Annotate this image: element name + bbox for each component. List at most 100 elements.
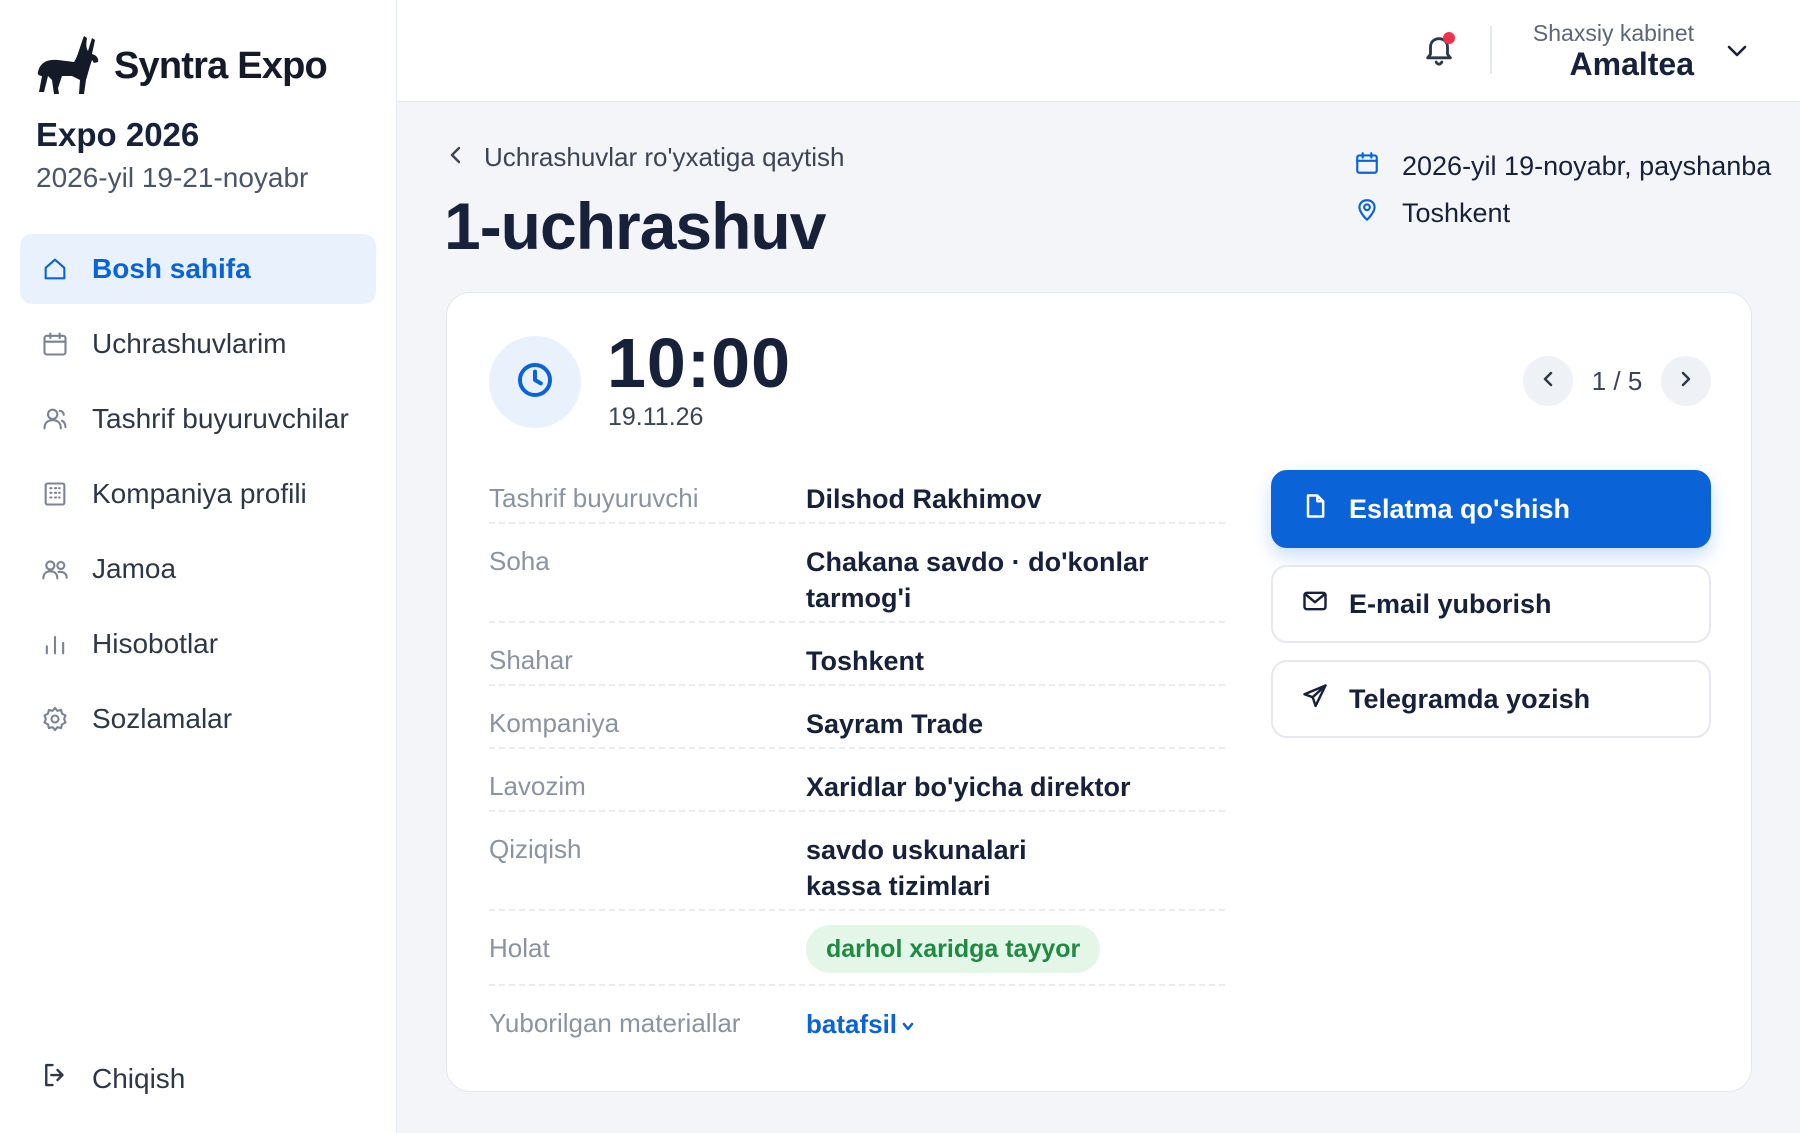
account-name[interactable]: Amaltea xyxy=(1570,46,1695,83)
detail-value: Dilshod Rakhimov xyxy=(806,484,1042,514)
divider xyxy=(1490,26,1492,74)
home-icon xyxy=(40,254,70,284)
detail-label: Kompaniya xyxy=(489,708,620,738)
detail-label: Tashrif buyuruvchi xyxy=(489,483,699,513)
sidebar-item-label: Tashrif buyuruvchilar xyxy=(92,403,349,434)
back-link-label: Uchrashuvlar ro'yxatiga qaytish xyxy=(484,142,845,172)
detail-row-interest: Qiziqish savdo uskunalari kassa tizimlar… xyxy=(489,812,1225,911)
meeting-time: 10:00 xyxy=(607,324,792,402)
next-meeting-button[interactable] xyxy=(1661,356,1711,406)
detail-value: batafsil xyxy=(806,1006,1225,1054)
sidebar-item-label: Kompaniya profili xyxy=(92,478,307,509)
chevron-down-icon xyxy=(1724,45,1750,66)
meeting-location: Toshkent xyxy=(1402,197,1511,228)
detail-row-status: Holat darhol xaridga tayyor xyxy=(489,911,1225,986)
calendar-icon xyxy=(1354,150,1402,183)
meeting-location-row: Toshkent xyxy=(1354,195,1771,231)
clock-icon xyxy=(515,360,555,405)
detail-label: Qiziqish xyxy=(489,834,582,864)
notifications-button[interactable] xyxy=(1422,32,1456,68)
detail-value: Sayram Trade xyxy=(806,709,984,739)
sidebar-item-visitors[interactable]: Tashrif buyuruvchilar xyxy=(20,384,376,454)
telegram-label: Telegramda yozish xyxy=(1349,683,1591,714)
logout-icon xyxy=(40,1060,92,1097)
detail-label: Shahar xyxy=(489,645,573,675)
notification-dot xyxy=(1443,32,1455,44)
logout-button[interactable]: Chiqish xyxy=(40,1060,185,1097)
add-note-button[interactable]: Eslatma qo'shish xyxy=(1271,470,1711,548)
bar-chart-icon xyxy=(40,629,70,659)
sidebar-item-team[interactable]: Jamoa xyxy=(20,534,376,604)
sidebar-item-home[interactable]: Bosh sahifa xyxy=(20,234,376,304)
meeting-details: Tashrif buyuruvchi Dilshod Rakhimov Soha… xyxy=(489,461,1225,1054)
brand[interactable]: Syntra Expo xyxy=(34,32,328,101)
meeting-date-row: 2026-yil 19-noyabr, payshanba xyxy=(1354,148,1771,184)
detail-value-line: savdo uskunalari xyxy=(806,835,1027,865)
telegram-message-button[interactable]: Telegramda yozish xyxy=(1271,660,1711,738)
sidebar-item-meetings[interactable]: Uchrashuvlarim xyxy=(20,309,376,379)
send-email-button[interactable]: E-mail yuborish xyxy=(1271,565,1711,643)
meeting-actions: Eslatma qo'shish E-mail yuborish Telegra… xyxy=(1271,470,1711,755)
detail-row-visitor: Tashrif buyuruvchi Dilshod Rakhimov xyxy=(489,461,1225,524)
team-icon xyxy=(40,554,70,584)
sidebar-item-label: Sozlamalar xyxy=(92,703,233,734)
sidebar: Syntra Expo Expo 2026 2026-yil 19-21-noy… xyxy=(0,0,397,1133)
detail-value: darhol xaridga tayyor xyxy=(806,925,1225,984)
calendar-icon xyxy=(40,329,70,359)
detail-row-position: Lavozim Xaridlar bo'yicha direktor xyxy=(489,749,1225,812)
sidebar-item-settings[interactable]: Sozlamalar xyxy=(20,684,376,754)
clock-badge xyxy=(489,336,581,428)
meeting-pager: 1 / 5 xyxy=(1523,356,1711,406)
materials-expand-link[interactable]: batafsil xyxy=(806,1006,915,1042)
building-icon xyxy=(40,479,70,509)
sidebar-item-label: Bosh sahifa xyxy=(92,253,251,284)
chevron-left-icon xyxy=(446,142,484,173)
detail-value-line: Chakana savdo · do'konlar xyxy=(806,547,1149,577)
detail-value: savdo uskunalari kassa tizimlari xyxy=(806,832,1225,909)
meeting-card: 10:00 19.11.26 1 / 5 Tashrif buyuruvchi … xyxy=(446,292,1752,1092)
sidebar-item-company-profile[interactable]: Kompaniya profili xyxy=(20,459,376,529)
account-menu-button[interactable] xyxy=(1724,40,1750,62)
meeting-short-date: 19.11.26 xyxy=(608,403,704,431)
detail-label: Holat xyxy=(489,933,550,963)
bell-icon xyxy=(1422,37,1456,72)
gear-icon xyxy=(40,704,70,734)
detail-label: Lavozim xyxy=(489,771,586,801)
detail-value: Xaridlar bo'yicha direktor xyxy=(806,772,1131,802)
previous-meeting-button[interactable] xyxy=(1523,356,1573,406)
add-note-label: Eslatma qo'shish xyxy=(1349,493,1570,524)
event-title: Expo 2026 xyxy=(36,116,200,153)
detail-value: Toshkent xyxy=(806,646,925,676)
meeting-meta: 2026-yil 19-noyabr, payshanba Toshkent xyxy=(1354,148,1771,242)
chevron-down-icon xyxy=(897,1006,915,1042)
pager-count: 1 / 5 xyxy=(1591,365,1643,396)
chevron-left-icon xyxy=(1540,370,1556,393)
visitors-icon xyxy=(40,404,70,434)
detail-value-line: kassa tizimlari xyxy=(806,871,991,901)
detail-row-industry: Soha Chakana savdo · do'konlar tarmog'i xyxy=(489,524,1225,623)
location-pin-icon xyxy=(1354,197,1402,230)
status-badge: darhol xaridga tayyor xyxy=(806,925,1101,973)
sidebar-item-reports[interactable]: Hisobotlar xyxy=(20,609,376,679)
event-dates: 2026-yil 19-21-noyabr xyxy=(36,162,309,193)
brand-name: Syntra Expo xyxy=(114,45,328,87)
send-plane-icon xyxy=(1301,682,1349,717)
chevron-right-icon xyxy=(1678,370,1694,393)
page-title: 1-uchrashuv xyxy=(444,189,826,263)
detail-label: Yuborilgan materiallar xyxy=(489,1008,741,1038)
sidebar-nav: Bosh sahifa Uchrashuvlarim Tashrif buyur… xyxy=(20,234,376,759)
sidebar-item-label: Uchrashuvlarim xyxy=(92,328,287,359)
sidebar-item-label: Jamoa xyxy=(92,553,177,584)
materials-link-label: batafsil xyxy=(806,1009,898,1039)
logout-label: Chiqish xyxy=(92,1062,186,1094)
detail-value: Chakana savdo · do'konlar tarmog'i xyxy=(806,544,1225,621)
detail-row-city: Shahar Toshkent xyxy=(489,623,1225,686)
document-icon xyxy=(1301,492,1349,527)
detail-row-company: Kompaniya Sayram Trade xyxy=(489,686,1225,749)
detail-row-materials: Yuborilgan materiallar batafsil xyxy=(489,986,1225,1054)
back-to-meetings-link[interactable]: Uchrashuvlar ro'yxatiga qaytish xyxy=(446,142,844,173)
meeting-date: 2026-yil 19-noyabr, payshanba xyxy=(1402,150,1772,181)
donkey-logo-icon xyxy=(34,32,100,101)
send-email-label: E-mail yuborish xyxy=(1349,588,1552,619)
detail-label: Soha xyxy=(489,546,550,576)
